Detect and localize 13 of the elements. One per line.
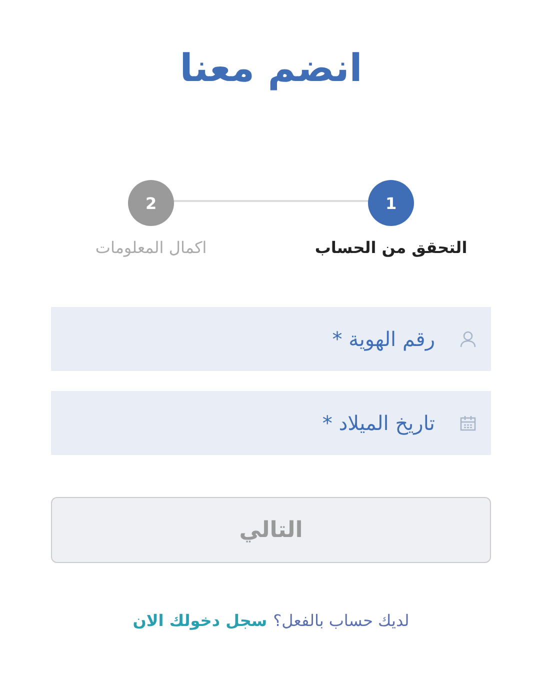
account-question: لديك حساب بالفعل؟ bbox=[273, 611, 410, 630]
text-input[interactable]: رقم الهوية * bbox=[65, 326, 437, 352]
input-field[interactable]: تاريخ الميلاد * bbox=[51, 391, 491, 455]
page-title: انضم معنا bbox=[180, 46, 362, 90]
calendar-icon bbox=[459, 414, 477, 432]
input-field[interactable]: رقم الهوية * bbox=[51, 307, 491, 371]
step-number: 2 bbox=[128, 180, 174, 226]
user-icon bbox=[459, 330, 477, 348]
text-input[interactable]: تاريخ الميلاد * bbox=[65, 410, 437, 436]
login-link[interactable]: سجل دخولك الان bbox=[132, 611, 268, 630]
step-label: التحقق من الحساب bbox=[314, 238, 468, 257]
step-label: اكمال المعلومات bbox=[95, 238, 207, 257]
step-number: 1 bbox=[368, 180, 414, 226]
